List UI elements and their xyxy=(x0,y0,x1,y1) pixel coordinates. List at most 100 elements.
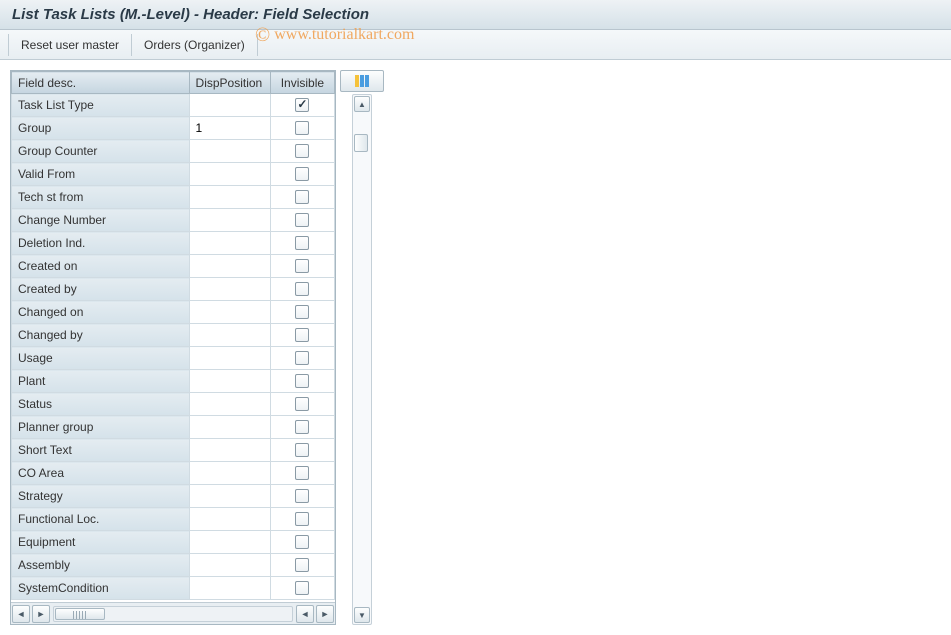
disp-position-cell[interactable] xyxy=(189,416,270,439)
field-desc-cell[interactable]: Valid From xyxy=(12,163,190,186)
vscroll-thumb[interactable] xyxy=(354,134,368,152)
field-desc-cell[interactable]: SystemCondition xyxy=(12,577,190,600)
invisible-checkbox[interactable] xyxy=(295,443,309,457)
disp-position-cell[interactable] xyxy=(189,232,270,255)
field-desc-cell[interactable]: Plant xyxy=(12,370,190,393)
invisible-checkbox[interactable] xyxy=(295,535,309,549)
disp-position-cell[interactable] xyxy=(189,485,270,508)
disp-position-cell[interactable] xyxy=(189,94,270,117)
col-header-field-desc[interactable]: Field desc. xyxy=(12,72,190,94)
field-desc-cell[interactable]: Group xyxy=(12,117,190,140)
disp-position-cell[interactable] xyxy=(189,163,270,186)
invisible-cell xyxy=(270,554,334,577)
field-desc-cell[interactable]: Task List Type xyxy=(12,94,190,117)
disp-position-cell[interactable] xyxy=(189,393,270,416)
field-desc-cell[interactable]: Change Number xyxy=(12,209,190,232)
field-desc-cell[interactable]: Functional Loc. xyxy=(12,508,190,531)
hscroll-left-end-button[interactable]: ◄ xyxy=(296,605,314,623)
invisible-checkbox[interactable] xyxy=(295,374,309,388)
invisible-cell xyxy=(270,163,334,186)
invisible-checkbox[interactable] xyxy=(295,213,309,227)
table-row: Planner group xyxy=(12,416,335,439)
disp-position-cell[interactable] xyxy=(189,255,270,278)
field-desc-cell[interactable]: Created by xyxy=(12,278,190,301)
disp-position-cell[interactable] xyxy=(189,531,270,554)
invisible-cell xyxy=(270,531,334,554)
disp-position-cell[interactable] xyxy=(189,324,270,347)
invisible-checkbox[interactable] xyxy=(295,305,309,319)
hscroll-right-end-button[interactable]: ► xyxy=(316,605,334,623)
invisible-checkbox[interactable] xyxy=(295,328,309,342)
hscroll-track[interactable] xyxy=(53,606,293,622)
hscroll-left-button[interactable]: ◄ xyxy=(12,605,30,623)
disp-position-cell[interactable] xyxy=(189,140,270,163)
vscroll-track[interactable] xyxy=(354,112,370,607)
field-desc-cell[interactable]: Equipment xyxy=(12,531,190,554)
disp-position-cell[interactable] xyxy=(189,209,270,232)
table-row: Created on xyxy=(12,255,335,278)
invisible-checkbox[interactable] xyxy=(295,282,309,296)
table-side-controls: ▲ ▼ xyxy=(340,70,386,625)
vscroll-up-button[interactable]: ▲ xyxy=(354,96,370,112)
table-settings-icon xyxy=(355,75,359,87)
field-desc-cell[interactable]: Created on xyxy=(12,255,190,278)
field-desc-cell[interactable]: Group Counter xyxy=(12,140,190,163)
invisible-checkbox[interactable] xyxy=(295,466,309,480)
orders-organizer-button[interactable]: Orders (Organizer) xyxy=(132,34,258,56)
disp-position-cell[interactable] xyxy=(189,347,270,370)
disp-position-cell[interactable] xyxy=(189,301,270,324)
invisible-checkbox[interactable] xyxy=(295,489,309,503)
invisible-checkbox[interactable] xyxy=(295,259,309,273)
disp-position-cell[interactable] xyxy=(189,508,270,531)
invisible-cell xyxy=(270,347,334,370)
disp-position-cell[interactable] xyxy=(189,370,270,393)
field-desc-cell[interactable]: Changed by xyxy=(12,324,190,347)
disp-position-cell[interactable] xyxy=(189,278,270,301)
field-desc-cell[interactable]: CO Area xyxy=(12,462,190,485)
invisible-checkbox[interactable] xyxy=(295,581,309,595)
table-settings-button[interactable] xyxy=(340,70,384,92)
field-desc-cell[interactable]: Strategy xyxy=(12,485,190,508)
hscroll-right-button[interactable]: ► xyxy=(32,605,50,623)
field-desc-cell[interactable]: Usage xyxy=(12,347,190,370)
table-row: Valid From xyxy=(12,163,335,186)
invisible-checkbox[interactable] xyxy=(295,236,309,250)
invisible-cell xyxy=(270,416,334,439)
col-header-disp-position[interactable]: DispPosition xyxy=(189,72,270,94)
field-desc-cell[interactable]: Short Text xyxy=(12,439,190,462)
table-row: Group Counter xyxy=(12,140,335,163)
vertical-scrollbar[interactable]: ▲ ▼ xyxy=(352,94,372,625)
field-desc-cell[interactable]: Assembly xyxy=(12,554,190,577)
invisible-checkbox[interactable] xyxy=(295,190,309,204)
invisible-checkbox[interactable] xyxy=(295,144,309,158)
field-desc-cell[interactable]: Deletion Ind. xyxy=(12,232,190,255)
invisible-checkbox[interactable] xyxy=(295,98,309,112)
invisible-checkbox[interactable] xyxy=(295,512,309,526)
disp-position-cell[interactable] xyxy=(189,439,270,462)
invisible-checkbox[interactable] xyxy=(295,351,309,365)
field-desc-cell[interactable]: Status xyxy=(12,393,190,416)
invisible-checkbox[interactable] xyxy=(295,558,309,572)
disp-position-cell[interactable] xyxy=(189,462,270,485)
invisible-checkbox[interactable] xyxy=(295,420,309,434)
table-row: Strategy xyxy=(12,485,335,508)
disp-position-cell[interactable] xyxy=(189,554,270,577)
reset-user-master-button[interactable]: Reset user master xyxy=(8,34,132,56)
invisible-cell xyxy=(270,209,334,232)
invisible-checkbox[interactable] xyxy=(295,397,309,411)
disp-position-cell[interactable]: 1 xyxy=(189,117,270,140)
table-row: Tech st from xyxy=(12,186,335,209)
field-desc-cell[interactable]: Changed on xyxy=(12,301,190,324)
table-header-row: Field desc. DispPosition Invisible xyxy=(12,72,335,94)
disp-position-cell[interactable] xyxy=(189,577,270,600)
disp-position-cell[interactable] xyxy=(189,186,270,209)
horizontal-scrollbar[interactable]: ◄ ► ◄ ► xyxy=(11,602,335,624)
invisible-checkbox[interactable] xyxy=(295,121,309,135)
vscroll-down-button[interactable]: ▼ xyxy=(354,607,370,623)
hscroll-thumb[interactable] xyxy=(55,608,105,620)
invisible-cell xyxy=(270,370,334,393)
field-desc-cell[interactable]: Planner group xyxy=(12,416,190,439)
invisible-checkbox[interactable] xyxy=(295,167,309,181)
col-header-invisible[interactable]: Invisible xyxy=(270,72,334,94)
field-desc-cell[interactable]: Tech st from xyxy=(12,186,190,209)
